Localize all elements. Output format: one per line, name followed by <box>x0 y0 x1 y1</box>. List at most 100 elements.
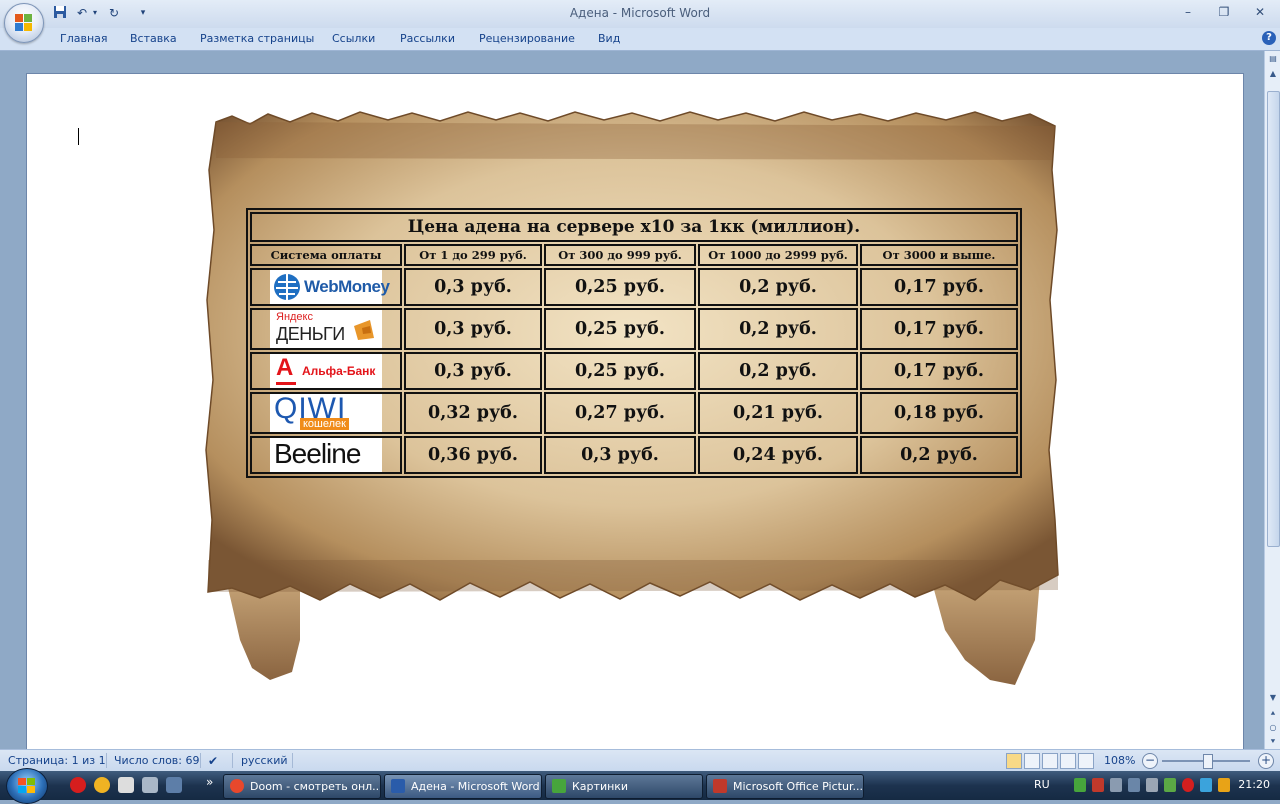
price-cell: 0,2 руб. <box>698 352 858 390</box>
draft-view-icon[interactable] <box>1078 753 1094 769</box>
folder-icon <box>552 779 566 793</box>
app-launcher-icon[interactable] <box>94 777 110 793</box>
chrome-icon <box>230 779 244 793</box>
taskbar-item-label: Адена - Microsoft Word <box>411 780 540 793</box>
price-cell: 0,3 руб. <box>404 352 542 390</box>
keyboard-language[interactable]: RU <box>1034 778 1050 791</box>
app-icon[interactable] <box>142 777 158 793</box>
next-page-icon[interactable]: ⯆ <box>1265 735 1280 749</box>
price-cell: 0,3 руб. <box>404 308 542 350</box>
price-cell: 0,2 руб. <box>698 268 858 306</box>
price-cell: 0,17 руб. <box>860 352 1018 390</box>
wallet-icon <box>354 320 374 340</box>
office-button[interactable] <box>4 3 44 43</box>
network-icon[interactable] <box>1128 778 1140 792</box>
outline-view-icon[interactable] <box>1060 753 1076 769</box>
price-cell: 0,17 руб. <box>860 308 1018 350</box>
beeline-logo-text: Beeline <box>274 438 361 469</box>
language-indicator[interactable]: русский <box>241 754 288 767</box>
price-cell: 0,25 руб. <box>544 308 696 350</box>
select-browse-object-icon[interactable]: ○ <box>1265 721 1280 735</box>
price-cell: 0,24 руб. <box>698 436 858 474</box>
header-range-4: От 3000 и выше. <box>860 244 1018 266</box>
payment-logo-cell: А Альфа-Банк <box>250 352 402 390</box>
divider <box>200 753 201 768</box>
zoom-out-button[interactable]: − <box>1142 753 1158 769</box>
payment-logo-cell: Beeline <box>250 436 402 474</box>
taskbar-item-label: Картинки <box>572 780 629 793</box>
taskbar-item-picture-manager[interactable]: Microsoft Office Pictur... <box>706 774 864 799</box>
header-payment-system: Система оплаты <box>250 244 402 266</box>
taskbar: » Doom - смотреть онл... Адена - Microso… <box>0 768 1280 804</box>
table-row: Beeline 0,36 руб. 0,3 руб. 0,24 руб. 0,2… <box>250 436 1018 474</box>
webmoney-logo: WebMoney <box>270 270 390 304</box>
office-logo-icon <box>15 14 33 32</box>
price-cell: 0,32 руб. <box>404 392 542 434</box>
zoom-level[interactable]: 108% <box>1104 754 1135 767</box>
beeline-logo: Beeline <box>270 438 382 472</box>
table-row: Яндекс ДЕНЬГИ 0,3 руб. 0,25 руб. 0,2 руб… <box>250 308 1018 350</box>
table-caption: Цена адена на сервере х10 за 1кк (миллио… <box>250 212 1018 242</box>
tray-icon[interactable] <box>1146 778 1158 792</box>
ruler-icon[interactable]: ▤ <box>1265 52 1280 66</box>
zoom-in-button[interactable]: + <box>1258 753 1274 769</box>
qiwi-logo-subtext: кошелек <box>300 418 349 430</box>
table-header-row: Система оплаты От 1 до 299 руб. От 300 д… <box>250 244 1018 266</box>
start-button[interactable] <box>6 768 48 804</box>
taskbar-item-label: Microsoft Office Pictur... <box>733 780 863 793</box>
price-table: Цена адена на сервере х10 за 1кк (миллио… <box>246 208 1022 478</box>
price-cell: 0,21 руб. <box>698 392 858 434</box>
spellcheck-icon[interactable]: ✔ <box>208 754 218 768</box>
tray-icon[interactable] <box>1218 778 1230 792</box>
vertical-scrollbar[interactable]: ▤ ▲ ▼ ⯅ ○ ⯆ <box>1264 51 1280 749</box>
yandex-logo-line2: ДЕНЬГИ <box>276 324 345 344</box>
word-count[interactable]: Число слов: 69 <box>114 754 200 767</box>
text-cursor <box>78 128 79 145</box>
payment-logo-cell: QIWI кошелек <box>250 392 402 434</box>
taskbar-item-label: Doom - смотреть онл... <box>250 780 381 793</box>
table-row: QIWI кошелек 0,32 руб. 0,27 руб. 0,21 ру… <box>250 392 1018 434</box>
price-cell: 0,25 руб. <box>544 268 696 306</box>
opera-icon[interactable] <box>70 777 86 793</box>
taskbar-item-word[interactable]: Адена - Microsoft Word <box>384 774 542 799</box>
price-cell: 0,18 руб. <box>860 392 1018 434</box>
qiwi-logo: QIWI кошелек <box>270 392 382 432</box>
alfa-logo-underline <box>276 382 296 385</box>
clock[interactable]: 21:20 <box>1238 778 1270 791</box>
scroll-down-icon[interactable]: ▼ <box>1265 691 1280 705</box>
price-cell: 0,27 руб. <box>544 392 696 434</box>
scroll-up-icon[interactable]: ▲ <box>1265 67 1280 81</box>
page-count[interactable]: Страница: 1 из 1 <box>8 754 106 767</box>
web-layout-icon[interactable] <box>1042 753 1058 769</box>
quicklaunch-expand-icon[interactable]: » <box>206 775 213 789</box>
header-range-1: От 1 до 299 руб. <box>404 244 542 266</box>
windows-logo-icon <box>18 778 36 794</box>
price-cell: 0,3 руб. <box>544 436 696 474</box>
print-layout-view-icon[interactable] <box>1006 753 1022 769</box>
opera-tray-icon[interactable] <box>1182 778 1194 792</box>
yandex-logo-line1: Яндекс <box>276 311 313 323</box>
alfa-logo-letter: А <box>276 354 294 381</box>
taskbar-item-pictures[interactable]: Картинки <box>545 774 703 799</box>
price-cell: 0,3 руб. <box>404 268 542 306</box>
header-range-2: От 300 до 999 руб. <box>544 244 696 266</box>
tray-icon[interactable] <box>1110 778 1122 792</box>
volume-icon[interactable] <box>1092 778 1104 792</box>
media-icon[interactable] <box>118 777 134 793</box>
price-cell: 0,17 руб. <box>860 268 1018 306</box>
scroll-thumb[interactable] <box>1267 91 1280 547</box>
tray-icon[interactable] <box>1164 778 1176 792</box>
show-desktop-icon[interactable] <box>166 777 182 793</box>
payment-logo-cell: Яндекс ДЕНЬГИ <box>250 308 402 350</box>
payment-logo-cell: WebMoney <box>250 268 402 306</box>
alfa-bank-logo: А Альфа-Банк <box>270 354 382 388</box>
previous-page-icon[interactable]: ⯅ <box>1265 707 1280 721</box>
price-cell: 0,2 руб. <box>860 436 1018 474</box>
taskbar-item-browser[interactable]: Doom - смотреть онл... <box>223 774 381 799</box>
tray-icon[interactable] <box>1200 778 1212 792</box>
full-screen-reading-icon[interactable] <box>1024 753 1040 769</box>
tray-icon[interactable] <box>1074 778 1086 792</box>
zoom-slider-thumb[interactable] <box>1203 754 1213 769</box>
status-bar: Страница: 1 из 1 Число слов: 69 ✔ русски… <box>0 749 1280 772</box>
yandex-money-logo: Яндекс ДЕНЬГИ <box>270 310 382 348</box>
